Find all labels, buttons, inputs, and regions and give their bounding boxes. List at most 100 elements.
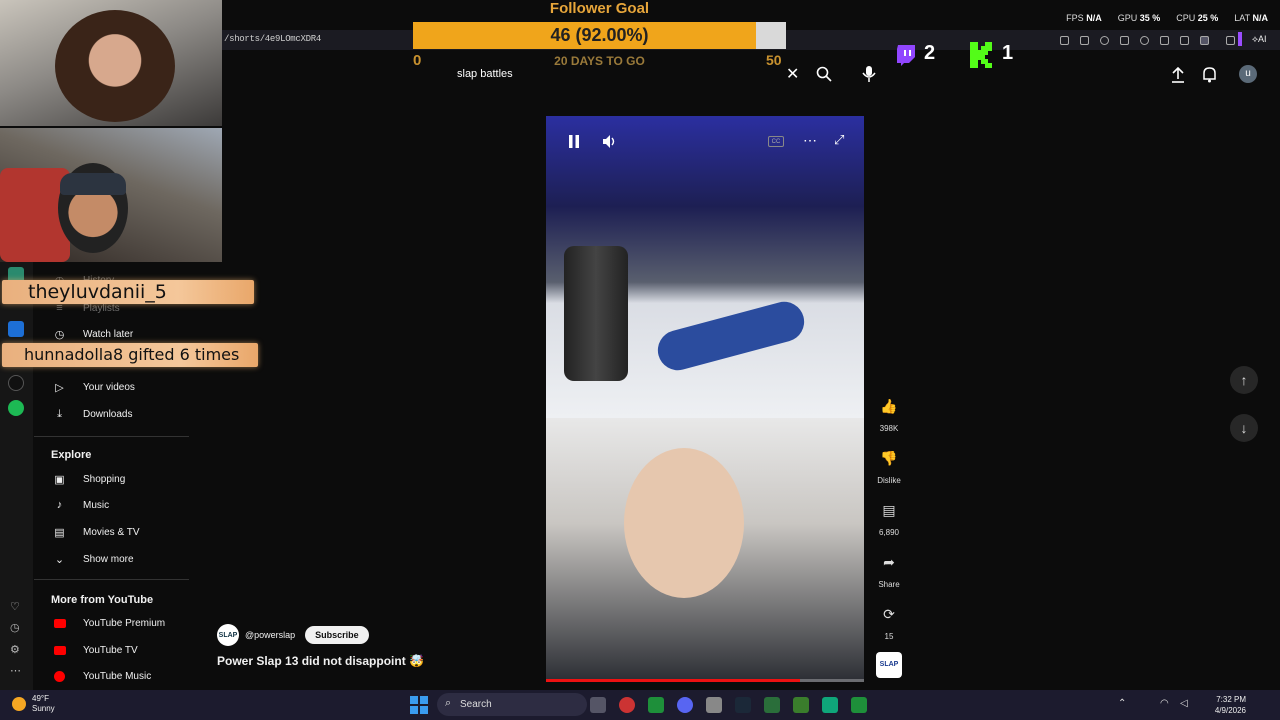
gift-alert: hunnadolla8 gifted 6 times bbox=[2, 343, 258, 367]
remix-icon[interactable]: ⟳ bbox=[875, 600, 903, 628]
opera-icon[interactable] bbox=[619, 697, 635, 713]
app-icon[interactable] bbox=[822, 697, 838, 713]
channel-avatar[interactable]: SLAP bbox=[217, 624, 239, 646]
edit-icon[interactable] bbox=[1060, 36, 1069, 45]
cpu-label: CPU bbox=[1176, 13, 1196, 23]
spotify-icon[interactable] bbox=[8, 400, 24, 416]
youtube-icon bbox=[51, 615, 68, 632]
play-icon[interactable] bbox=[1120, 36, 1129, 45]
search-input[interactable]: slap battles bbox=[457, 68, 513, 80]
volume-icon[interactable] bbox=[602, 134, 618, 149]
heart-icon[interactable]: ♡ bbox=[10, 600, 20, 613]
xbox-icon[interactable] bbox=[851, 697, 867, 713]
sidebar-item-label: YouTube TV bbox=[83, 644, 138, 656]
sidebar-item-show-more[interactable]: ⌄ Show more bbox=[34, 549, 134, 569]
shield-icon[interactable] bbox=[1100, 36, 1109, 45]
clear-search-icon[interactable]: ✕ bbox=[786, 64, 799, 84]
xbox-icon[interactable] bbox=[648, 697, 664, 713]
sidebar-item-youtube-music[interactable]: YouTube Music bbox=[34, 666, 151, 686]
sidebar-item-shopping[interactable]: ▣ Shopping bbox=[34, 469, 125, 489]
minecraft-icon[interactable] bbox=[793, 697, 809, 713]
sidebar-item-music[interactable]: ♪ Music bbox=[34, 495, 109, 515]
gpu-value: 35 % bbox=[1139, 13, 1161, 23]
upload-icon[interactable] bbox=[1171, 67, 1185, 83]
like-action[interactable]: 👍 398K bbox=[872, 392, 906, 434]
speaker-icon[interactable]: ◁ bbox=[1180, 698, 1188, 709]
previous-short-button[interactable]: ↑ bbox=[1230, 366, 1258, 394]
video-progress-bar[interactable] bbox=[546, 679, 864, 682]
app-icon[interactable] bbox=[8, 321, 24, 337]
more-icon[interactable]: ⋯ bbox=[10, 664, 21, 677]
sidebar-item-label: Playlists bbox=[83, 302, 120, 314]
gpu-label: GPU bbox=[1117, 13, 1138, 23]
fps-value: N/A bbox=[1086, 13, 1102, 23]
weather-condition: Sunny bbox=[32, 704, 55, 713]
sidebar-item-label: YouTube Premium bbox=[83, 617, 166, 629]
extension-icon[interactable] bbox=[1226, 36, 1235, 45]
channel-thumbnail[interactable]: SLAP bbox=[876, 652, 902, 678]
search-box[interactable]: slap battles ✕ bbox=[446, 62, 876, 86]
list-icon[interactable] bbox=[1180, 36, 1189, 45]
explore-heading: Explore bbox=[51, 449, 92, 461]
short-title[interactable]: Power Slap 13 did not disappoint 🤯 bbox=[217, 654, 424, 668]
fullscreen-icon[interactable]: ⤢ bbox=[834, 132, 844, 148]
share-icon[interactable]: ➦ bbox=[875, 548, 903, 576]
follower-alert: theyluvdanii_5 bbox=[2, 280, 254, 304]
sidebar-item-label: YouTube Music bbox=[83, 670, 152, 682]
sidebar-item-your-videos[interactable]: ▷ Your videos bbox=[34, 377, 135, 397]
tray-chevron-icon[interactable]: ⌃ bbox=[1118, 698, 1126, 709]
youtube-music-icon bbox=[51, 668, 68, 685]
shorts-video-player[interactable]: CC ⋯ ⤢ bbox=[546, 116, 864, 682]
thumbs-down-icon[interactable]: 👎 bbox=[875, 444, 903, 472]
notifications-icon[interactable] bbox=[1202, 66, 1217, 83]
clock[interactable]: 7:32 PM 4/9/2026 bbox=[1215, 694, 1246, 716]
download-icon[interactable] bbox=[1160, 36, 1169, 45]
sidebar-item-youtube-premium[interactable]: YouTube Premium bbox=[34, 613, 165, 633]
alert-text: hunnadolla8 gifted 6 times bbox=[24, 345, 240, 364]
profile-icon[interactable] bbox=[1200, 36, 1209, 45]
start-button[interactable] bbox=[410, 696, 428, 714]
sidebar-item-label: Your videos bbox=[83, 381, 135, 393]
sidebar-item-youtube-tv[interactable]: YouTube TV bbox=[34, 640, 138, 660]
heart-icon[interactable] bbox=[1140, 36, 1149, 45]
tiktok-icon[interactable] bbox=[8, 375, 24, 391]
microphone-icon[interactable] bbox=[862, 65, 876, 83]
more-options-icon[interactable]: ⋯ bbox=[803, 132, 817, 149]
sidebar-item-downloads[interactable]: ⤓ Downloads bbox=[34, 404, 132, 424]
share-label: Share bbox=[878, 580, 900, 589]
sidebar-item-label: Watch later bbox=[83, 328, 134, 340]
history-icon[interactable]: ◷ bbox=[10, 621, 20, 634]
temperature: 49°F bbox=[32, 694, 49, 703]
sidebar-item-label: Movies & TV bbox=[83, 526, 140, 538]
settings-icon[interactable]: ⚙ bbox=[10, 643, 20, 656]
comments-action[interactable]: ▤ 6,890 bbox=[872, 496, 906, 538]
steam-icon[interactable] bbox=[735, 697, 751, 713]
wifi-icon[interactable]: ◠ bbox=[1160, 698, 1169, 709]
app-icon[interactable] bbox=[764, 697, 780, 713]
remix-action[interactable]: ⟳ 15 bbox=[872, 600, 906, 642]
camera-icon[interactable] bbox=[1080, 36, 1089, 45]
store-icon[interactable] bbox=[706, 697, 722, 713]
sidebar-item-movies-tv[interactable]: ▤ Movies & TV bbox=[34, 522, 140, 542]
youtube-sidebar: ◷History ≡Playlists ◷Watch later ▷Your v… bbox=[34, 262, 189, 692]
weather-widget[interactable]: 49°F Sunny bbox=[12, 694, 55, 714]
search-icon[interactable] bbox=[816, 66, 832, 82]
browser-sidebar-rail: ♡ ◷ ⚙ ⋯ bbox=[0, 262, 33, 692]
channel-name[interactable]: @powerslap bbox=[245, 630, 295, 640]
taskbar-search[interactable]: ⌕ Search bbox=[437, 693, 587, 716]
captions-icon[interactable]: CC bbox=[768, 136, 784, 147]
share-action[interactable]: ➦ Share bbox=[872, 548, 906, 590]
dislike-action[interactable]: 👎 Dislike bbox=[872, 444, 906, 486]
sidebar-item-watch-later[interactable]: ◷ Watch later bbox=[34, 324, 134, 344]
discord-icon[interactable] bbox=[677, 697, 693, 713]
comment-icon[interactable]: ▤ bbox=[875, 496, 903, 524]
next-short-button[interactable]: ↓ bbox=[1230, 414, 1258, 442]
twitch-icon bbox=[897, 45, 915, 66]
avatar[interactable]: u bbox=[1239, 65, 1257, 83]
task-view-icon[interactable] bbox=[590, 697, 606, 713]
subscribe-button[interactable]: Subscribe bbox=[305, 626, 369, 644]
ai-icon[interactable]: ⟡AI bbox=[1252, 34, 1266, 45]
kick-count: 1 bbox=[1002, 42, 1014, 64]
pause-icon[interactable] bbox=[568, 135, 580, 148]
thumbs-up-icon[interactable]: 👍 bbox=[875, 392, 903, 420]
